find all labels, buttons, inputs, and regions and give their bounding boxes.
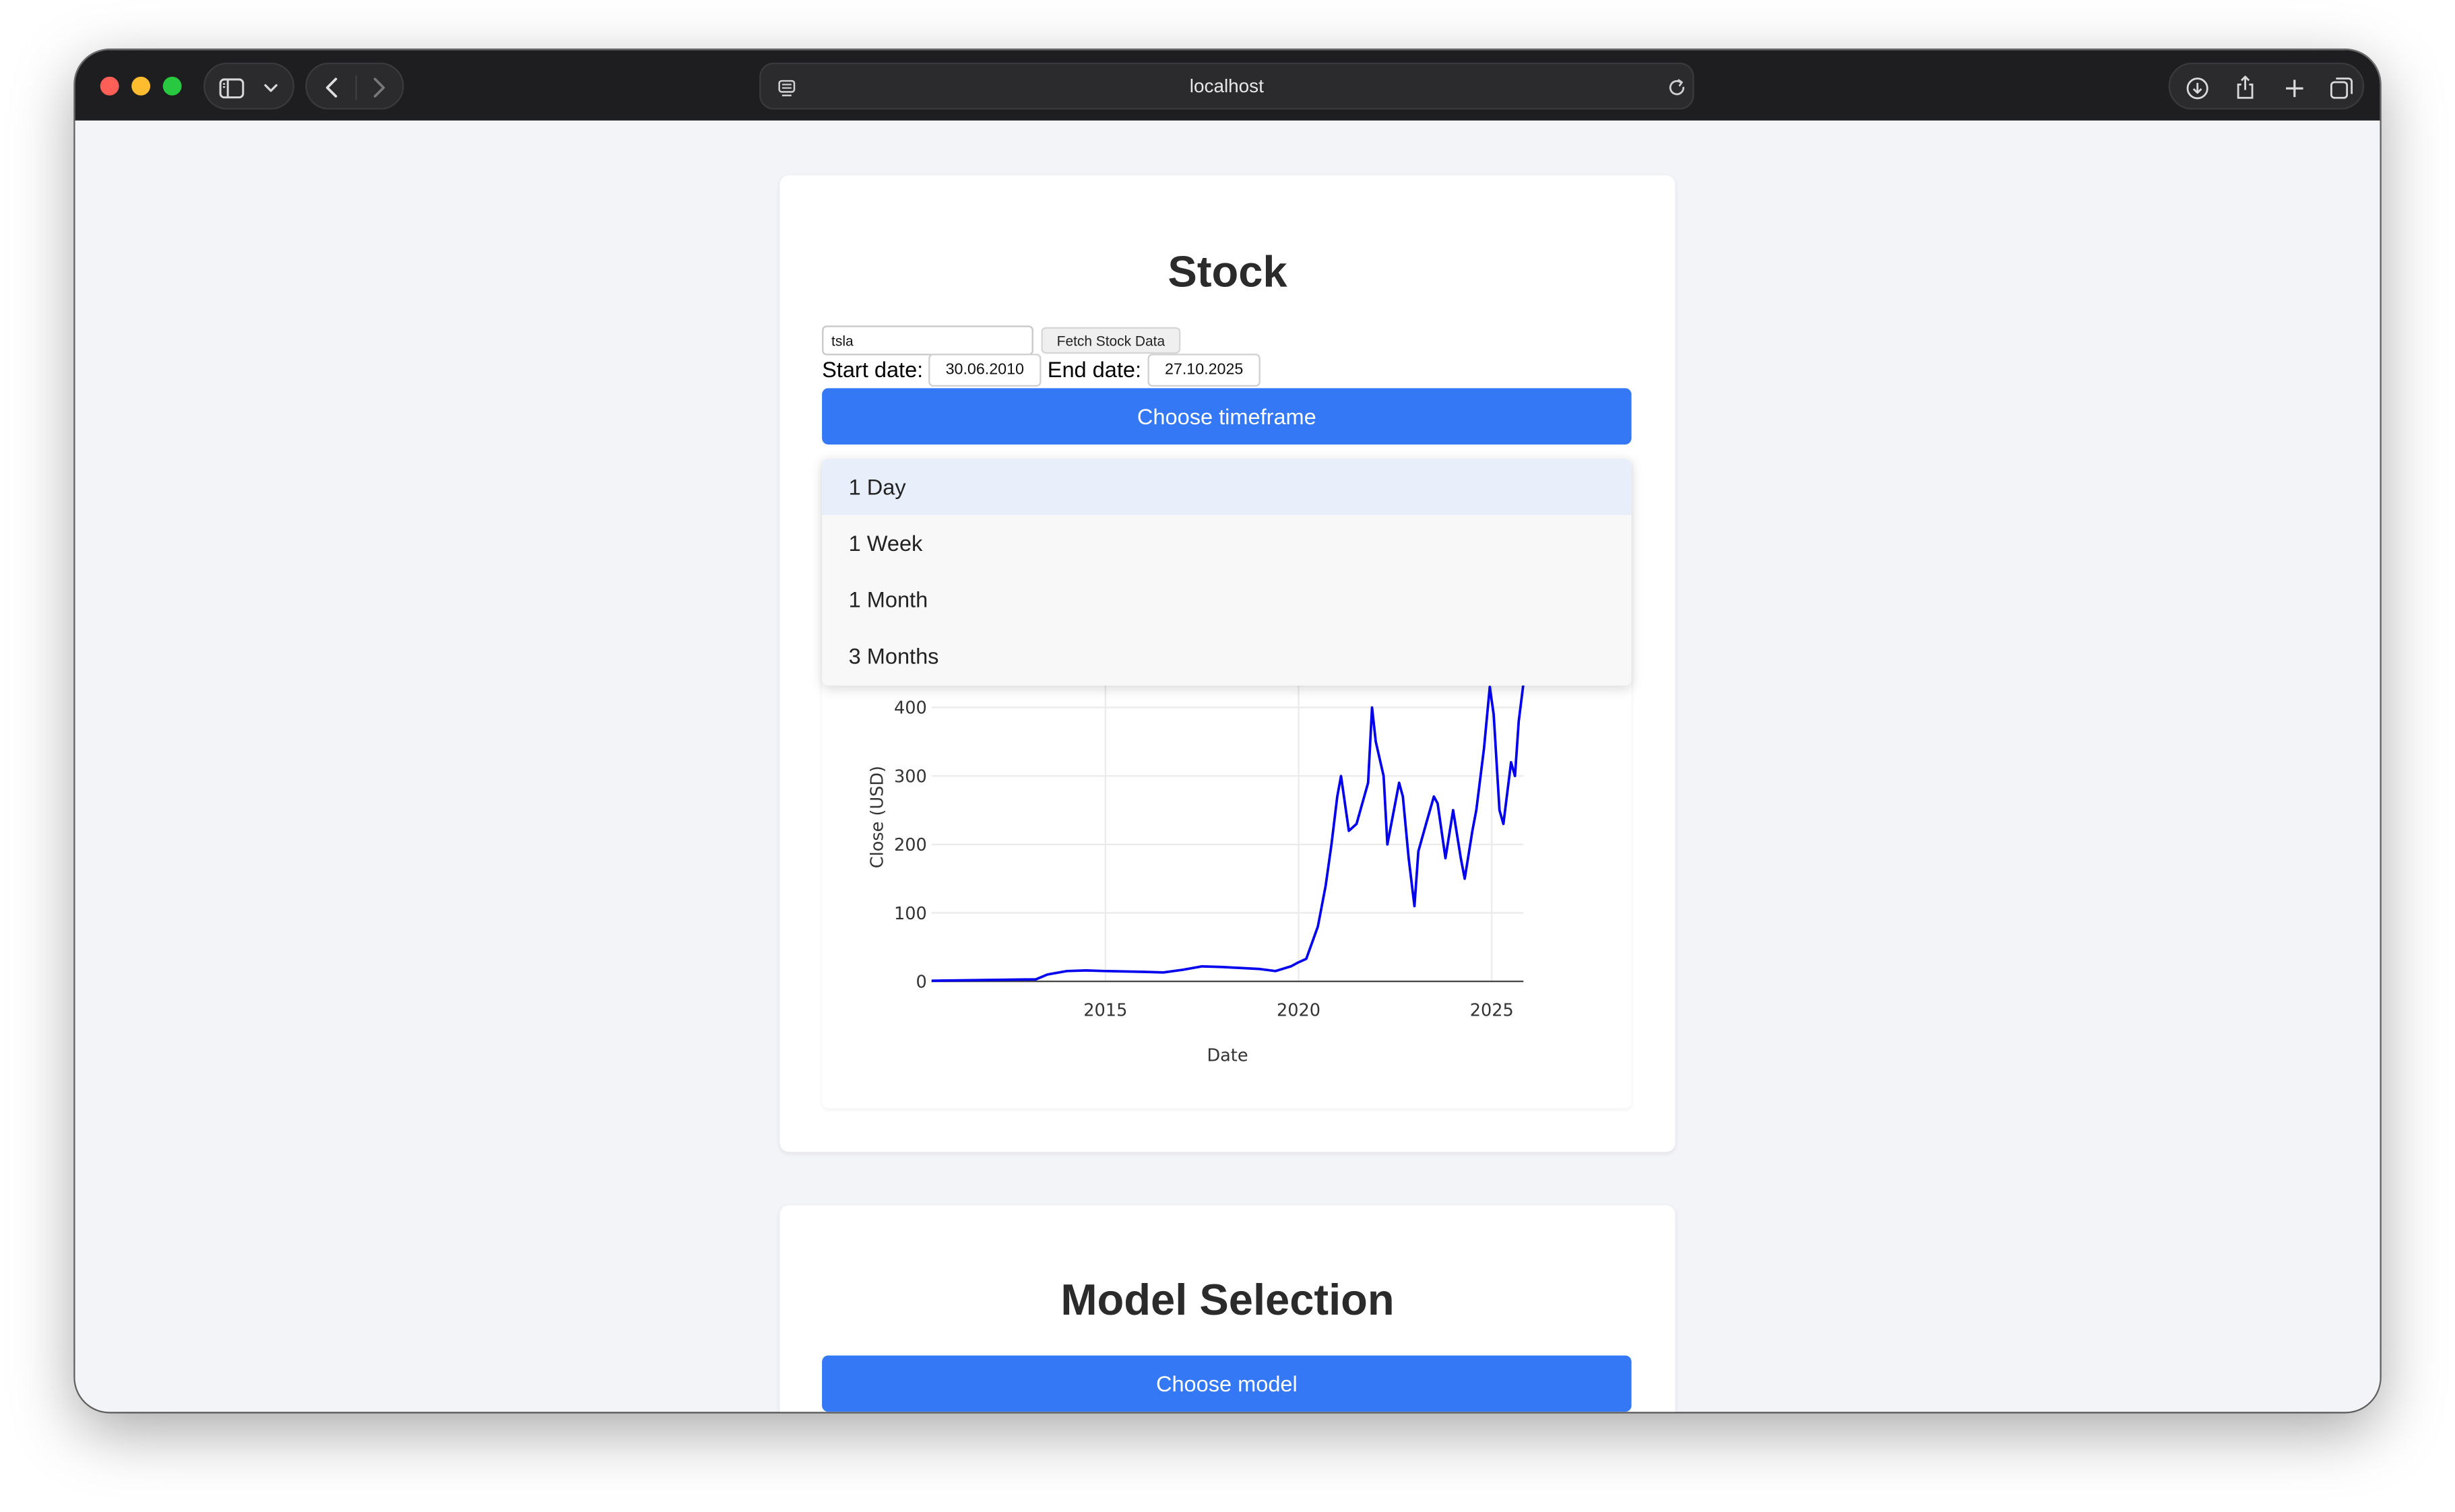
model-selection-card: Model Selection Choose model (779, 1205, 1676, 1412)
timeframe-option-1-day[interactable]: 1 Day (822, 458, 1632, 515)
share-icon[interactable] (2227, 64, 2264, 111)
start-date-input[interactable]: 30.06.2010 (928, 354, 1042, 387)
fetch-stock-data-button[interactable]: Fetch Stock Data (1041, 327, 1181, 354)
forward-arrow-icon[interactable] (360, 64, 398, 111)
tab-overview-icon[interactable] (2322, 64, 2359, 111)
page-content: Stock Fetch Stock Data Start date: 30.06… (75, 120, 2380, 1412)
x-tick-label: 2020 (1277, 1000, 1320, 1020)
history-nav-group (305, 62, 404, 111)
new-tab-plus-icon[interactable] (2275, 64, 2313, 111)
end-date-label: End date: (1047, 356, 1142, 383)
url-text: localhost (1189, 75, 1264, 98)
sidebar-toggle-group (203, 62, 294, 111)
timeframe-dropdown: 1 Day 1 Week 1 Month 3 Months (822, 458, 1632, 686)
address-bar[interactable]: localhost (759, 62, 1694, 111)
timeframe-option-1-month[interactable]: 1 Month (822, 571, 1632, 628)
y-tick-label: 100 (894, 904, 927, 924)
nav-divider (355, 75, 357, 100)
y-tick-label: 400 (894, 698, 927, 719)
stock-title: Stock (1168, 247, 1287, 296)
back-arrow-icon[interactable] (313, 64, 351, 111)
timeframe-option-1-week[interactable]: 1 Week (822, 515, 1632, 572)
x-tick-label: 2015 (1083, 1000, 1127, 1020)
sidebar-icon[interactable] (214, 64, 249, 111)
choose-model-button[interactable]: Choose model (822, 1355, 1632, 1412)
start-date-label: Start date: (822, 356, 924, 383)
y-tick-labels: 0 100 200 300 400 (894, 698, 927, 993)
close-price-line (931, 683, 1525, 983)
browser-window: localhost Stock tsla Fetch Stock Data St… (75, 50, 2380, 1412)
chevron-down-icon[interactable] (257, 64, 285, 111)
browser-titlebar: localhost (75, 50, 2380, 121)
y-tick-label: 300 (894, 766, 927, 787)
minimize-window-button[interactable] (131, 76, 151, 96)
zoom-window-button[interactable] (162, 76, 182, 96)
stock-card: Stock Fetch Stock Data Start date: 30.06… (779, 175, 1676, 1152)
download-icon[interactable] (2178, 64, 2216, 111)
chart-grid (931, 682, 1524, 982)
x-tick-label: 2025 (1470, 1000, 1514, 1020)
y-tick-label: 0 (916, 972, 927, 992)
choose-timeframe-button[interactable]: Choose timeframe (822, 388, 1632, 445)
toolbar-actions-group (2168, 62, 2365, 111)
timeframe-option-3-months[interactable]: 3 Months (822, 628, 1632, 684)
model-selection-title: Model Selection (1060, 1276, 1395, 1325)
x-axis-title: Date (1207, 1046, 1248, 1066)
x-tick-labels: 2015 2020 2025 (1083, 1000, 1513, 1020)
y-tick-label: 200 (894, 835, 927, 855)
close-window-button[interactable] (100, 76, 119, 96)
y-axis-title: Close (USD) (868, 766, 888, 868)
reload-icon[interactable] (1661, 64, 1692, 111)
ticker-input[interactable] (822, 325, 1033, 356)
end-date-input[interactable]: 27.10.2025 (1147, 354, 1261, 387)
